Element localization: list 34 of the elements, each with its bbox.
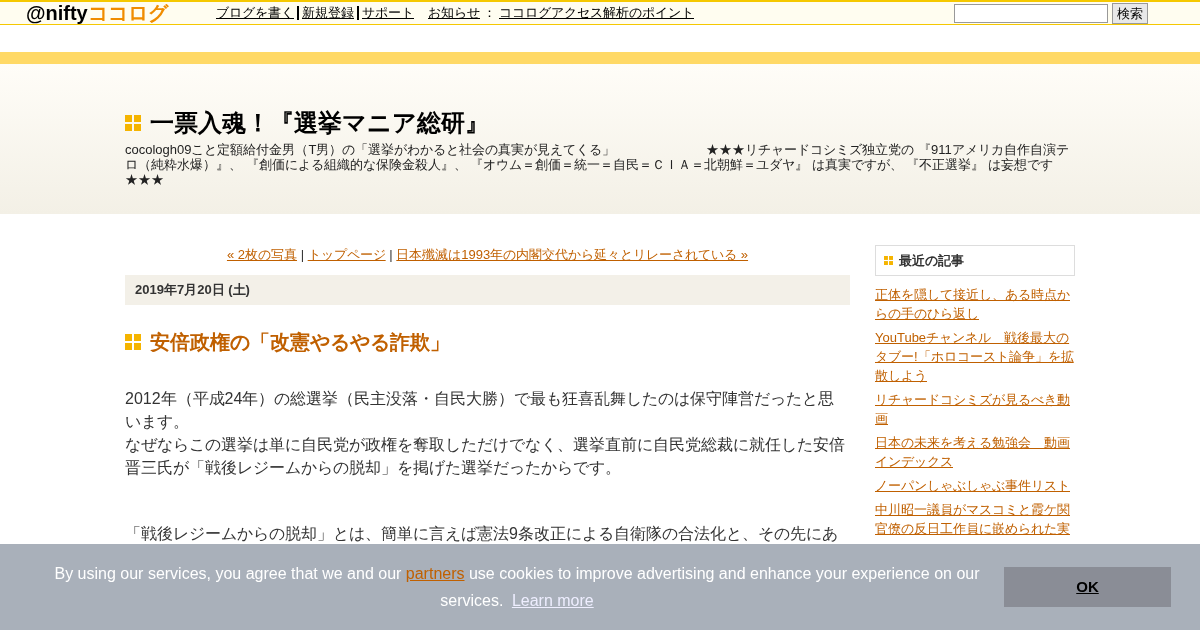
notice-link[interactable]: ココログアクセス解析のポイント — [499, 3, 694, 23]
header-link[interactable]: ブログを書く — [216, 3, 294, 23]
ok-button[interactable]: OK — [1004, 567, 1171, 607]
home-link[interactable]: トップページ — [307, 247, 386, 262]
blog-description: cocologh09こと定額給付金男（T男）の「選挙がわかると社会の真実が見えてくる」 ★★★リチャードコシミズ独立党の 『911アメリカ自作自演テロ（純粋水爆）』、 『創価による組織的な保険金殺人』、 『オウム＝創価＝統一＝自民＝ＣＩＡ＝北朝鮮＝ユダヤ』 は真実ですが、 『不正選挙』 は妄想です★★★ — [125, 142, 1070, 187]
squares-icon — [125, 333, 141, 350]
search-field[interactable] — [954, 3, 1108, 23]
prev-post-link[interactable]: « 2枚の写真 — [226, 247, 297, 262]
recent-post-link[interactable]: リチャードコシミズが見るべき動画 — [875, 390, 1075, 428]
recent-post-link[interactable]: 正体を隠して接近し、ある時点からの手のひら返し — [875, 285, 1075, 323]
sidebar-heading: 最近の記事 — [875, 245, 1075, 276]
post-paragraph: 「戦後レジームからの脱却」とは、簡単に言えば憲法9条改正による自衛隊の合法化と、その先にあ — [125, 523, 839, 544]
squares-icon — [125, 115, 141, 131]
cookie-text: By using our services, you agree that we and our partners use cookies to improve advertising and enhance your experience on our services. Learn more — [53, 564, 981, 611]
squares-icon — [884, 256, 893, 265]
recent-post-link[interactable]: 中川昭一議員がマスコミと霞ケ関官僚の反日工作員に嵌められた実 — [875, 500, 1075, 538]
nav-separator: | — [388, 247, 394, 262]
next-post-link[interactable]: 日本殲滅は1993年の内閣交代から延々とリレーされている » — [396, 247, 749, 262]
search-button[interactable]: 検索 — [1112, 2, 1148, 24]
notice-link[interactable]: お知らせ — [428, 3, 480, 23]
post-paragraph: なぜならこの選挙は単に自民党が政権を奪取しただけでなく、選挙直前に自民党総裁に就任した安倍晋三氏が「戦後レジームからの脱却」を掲げた選挙だったからです。 — [125, 434, 846, 478]
date-header: 2019年7月20日 (土) — [125, 274, 850, 305]
blog-title[interactable]: 一票入魂！『選挙マニア総研』 — [150, 108, 489, 138]
notice-separator: ： — [483, 4, 496, 23]
nav-separator: | — [299, 247, 306, 262]
header-link[interactable]: サポート — [362, 3, 414, 23]
post-paragraph: 2012年（平成24年）の総選挙（民主没落・自民大勝）で最も狂喜乱舞したのは保守陣営だったと思います。 — [125, 388, 836, 432]
recent-post-link[interactable]: ノーパンしゃぶしゃぶ事件リスト — [875, 476, 1075, 495]
recent-post-link[interactable]: YouTubeチャンネル 戦後最大のタブー!「ホロコースト論争」を拡散しよう — [875, 328, 1075, 385]
recent-post-link[interactable]: 日本の未来を考える勉強会 動画インデックス — [875, 433, 1075, 471]
post-title[interactable]: 安倍政権の「改憲やるやる詐欺」 — [150, 326, 450, 357]
logo-name[interactable]: ココログ — [87, 3, 168, 23]
header-link[interactable]: 新規登録 — [302, 3, 354, 23]
logo-prefix[interactable]: @nifty — [26, 3, 88, 23]
